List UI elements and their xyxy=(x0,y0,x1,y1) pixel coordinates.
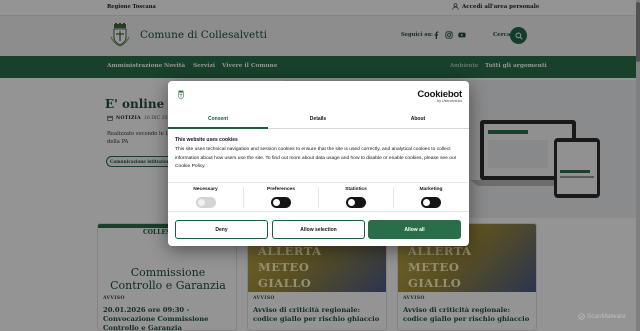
cookiebot-logo[interactable]: Cookiebot by Usercentrics xyxy=(417,89,462,103)
cookie-tabs: Consent Details About xyxy=(168,111,469,129)
toggle-preferences: Preferences xyxy=(243,187,318,208)
cookie-body: This site uses technical navigation and … xyxy=(175,147,457,169)
allow-all-button[interactable]: Allow all xyxy=(368,220,461,239)
watermark: ScanMalware xyxy=(578,313,626,320)
allow-selection-button[interactable]: Allow selection xyxy=(272,220,365,239)
deny-button[interactable]: Deny xyxy=(175,220,268,239)
cookie-consent-dialog: Cookiebot by Usercentrics Consent Detail… xyxy=(168,81,469,246)
statistics-switch[interactable] xyxy=(346,197,366,208)
toggle-label: Necessary xyxy=(193,187,218,192)
cookie-heading: This website uses cookies xyxy=(175,137,238,143)
scan-icon xyxy=(578,313,585,320)
toggle-label: Preferences xyxy=(266,187,295,192)
preferences-switch[interactable] xyxy=(271,197,291,208)
tab-details[interactable]: Details xyxy=(268,116,368,122)
tab-about[interactable]: About xyxy=(368,116,468,122)
toggle-label: Marketing xyxy=(419,187,443,192)
toggle-label: Statistics xyxy=(345,187,367,192)
necessary-switch xyxy=(195,197,216,208)
toggle-marketing: Marketing xyxy=(393,187,468,208)
active-tab-indicator xyxy=(168,127,268,129)
cookie-toggles: Necessary Preferences Statistics Marketi… xyxy=(168,182,469,212)
tab-consent[interactable]: Consent xyxy=(168,116,268,122)
watermark-text: ScanMalware xyxy=(587,313,626,320)
marketing-switch[interactable] xyxy=(421,197,441,208)
toggle-statistics: Statistics xyxy=(318,187,393,208)
crest-icon xyxy=(178,90,184,100)
toggle-necessary: Necessary xyxy=(168,187,243,208)
